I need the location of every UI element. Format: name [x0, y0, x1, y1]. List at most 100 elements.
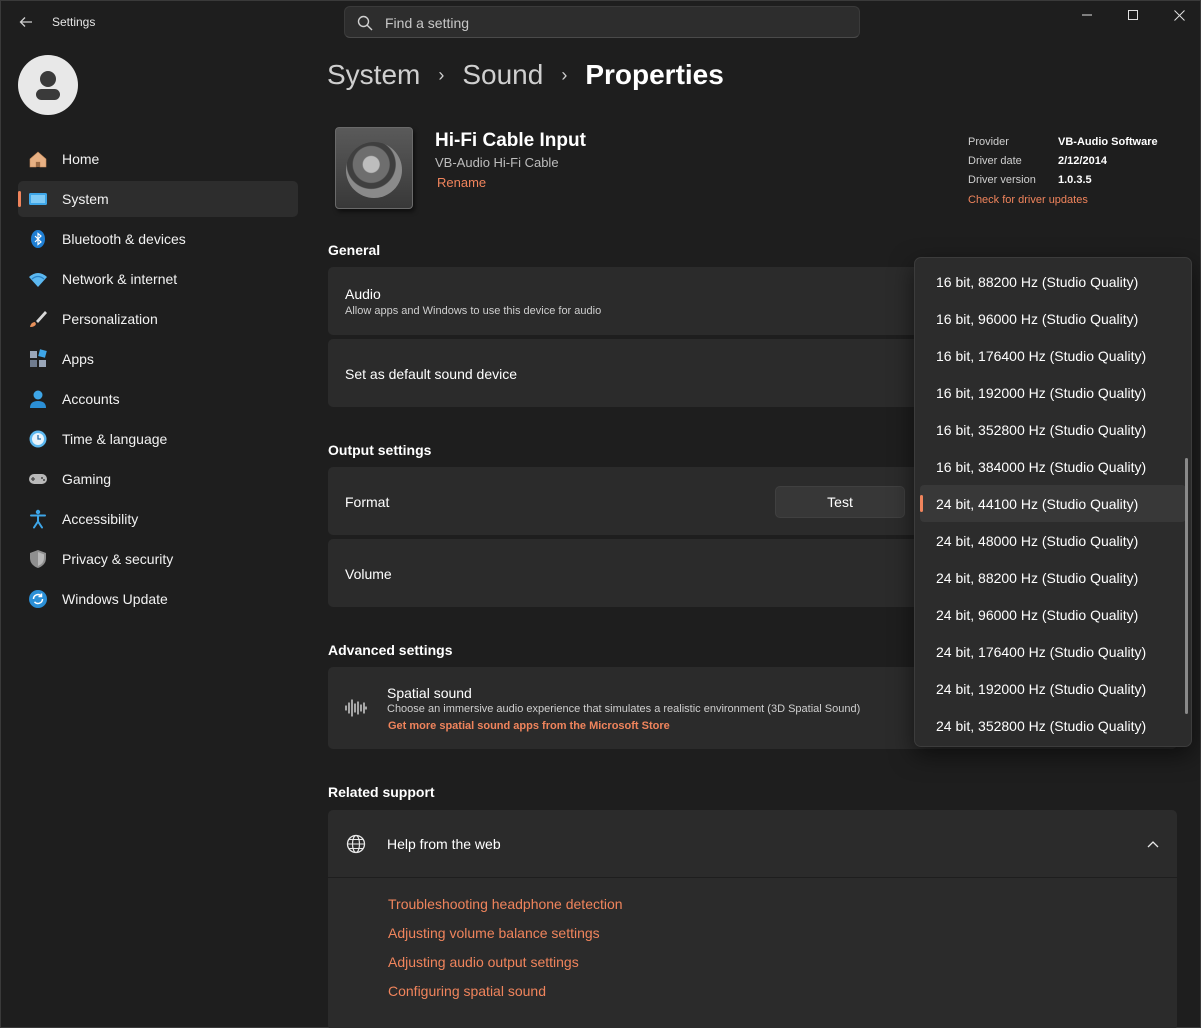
- spatial-sound-title: Spatial sound: [387, 685, 472, 701]
- globe-icon: [346, 834, 366, 857]
- search-box[interactable]: [344, 6, 860, 38]
- default-device-title: Set as default sound device: [345, 366, 518, 382]
- help-link[interactable]: Adjusting volume balance settings: [388, 925, 623, 954]
- close-button[interactable]: [1156, 1, 1201, 29]
- sidebar-item-accounts[interactable]: Accounts: [18, 381, 298, 417]
- sidebar-item-home[interactable]: Home: [18, 141, 298, 177]
- minimize-button[interactable]: [1064, 1, 1110, 29]
- rename-link[interactable]: Rename: [437, 175, 486, 190]
- format-option[interactable]: 16 bit, 384000 Hz (Studio Quality): [920, 448, 1186, 485]
- help-link[interactable]: Troubleshooting headphone detection: [388, 896, 623, 925]
- page-title: Properties: [585, 59, 724, 90]
- format-option-selected[interactable]: 24 bit, 44100 Hz (Studio Quality): [920, 485, 1186, 522]
- title-bar: Settings: [1, 1, 1201, 43]
- sidebar-item-label: Privacy & security: [62, 551, 174, 567]
- general-section-title: General: [328, 242, 381, 258]
- sidebar-item-label: Apps: [62, 351, 94, 367]
- driver-info: Provider VB-Audio Software Driver date 2…: [968, 132, 1158, 209]
- bluetooth-icon: [28, 229, 48, 249]
- breadcrumb: System › Sound › Properties: [327, 57, 724, 93]
- sidebar-item-system[interactable]: System: [18, 181, 298, 217]
- advanced-section-title: Advanced settings: [328, 642, 453, 658]
- audio-title: Audio: [345, 286, 381, 302]
- format-option[interactable]: 24 bit, 192000 Hz (Studio Quality): [920, 670, 1186, 707]
- help-card: Help from the web Troubleshooting headph…: [328, 810, 1177, 1028]
- spatial-sound-icon: [345, 698, 367, 721]
- spatial-store-link[interactable]: Get more spatial sound apps from the Mic…: [388, 720, 670, 732]
- sidebar-item-apps[interactable]: Apps: [18, 341, 298, 377]
- breadcrumb-separator: ›: [438, 64, 445, 85]
- driver-version-value: 1.0.3.5: [1058, 173, 1092, 186]
- format-option[interactable]: 24 bit, 176400 Hz (Studio Quality): [920, 633, 1186, 670]
- spatial-sound-description: Choose an immersive audio experience tha…: [387, 703, 861, 715]
- app-title: Settings: [52, 15, 96, 29]
- sidebar-item-label: Home: [62, 151, 100, 167]
- format-option[interactable]: 16 bit, 176400 Hz (Studio Quality): [920, 337, 1186, 374]
- driver-provider-value: VB-Audio Software: [1058, 135, 1158, 148]
- format-option[interactable]: 16 bit, 96000 Hz (Studio Quality): [920, 300, 1186, 337]
- close-icon: [1173, 9, 1185, 21]
- breadcrumb-sound[interactable]: Sound: [462, 59, 543, 91]
- minimize-icon: [1082, 14, 1092, 16]
- test-button[interactable]: Test: [775, 486, 905, 518]
- sidebar-item-privacy[interactable]: Privacy & security: [18, 541, 298, 577]
- sidebar-item-label: Bluetooth & devices: [62, 231, 186, 247]
- back-arrow-icon: [19, 17, 32, 27]
- help-links: Troubleshooting headphone detection Adju…: [388, 896, 623, 1012]
- user-icon: [36, 71, 60, 100]
- settings-window: Settings Home: [0, 0, 1201, 1028]
- sidebar-item-personalization[interactable]: Personalization: [18, 301, 298, 337]
- maximize-button[interactable]: [1110, 1, 1156, 29]
- driver-version-label: Driver version: [968, 173, 1036, 186]
- sidebar-item-network[interactable]: Network & internet: [18, 261, 298, 297]
- sidebar-item-label: Network & internet: [62, 271, 178, 287]
- sidebar-item-label: Accounts: [62, 391, 120, 407]
- format-option[interactable]: 24 bit, 96000 Hz (Studio Quality): [920, 596, 1186, 633]
- wifi-icon: [28, 269, 48, 289]
- format-option[interactable]: 24 bit, 48000 Hz (Studio Quality): [920, 522, 1186, 559]
- shield-icon: [28, 549, 48, 569]
- dropdown-scrollbar[interactable]: [1185, 458, 1188, 714]
- apps-icon: [28, 349, 48, 369]
- search-input[interactable]: [385, 13, 825, 33]
- breadcrumb-system[interactable]: System: [327, 59, 420, 91]
- chevron-up-icon[interactable]: [1146, 837, 1160, 854]
- accessibility-icon: [28, 509, 48, 529]
- format-option[interactable]: 16 bit, 192000 Hz (Studio Quality): [920, 374, 1186, 411]
- accounts-icon: [28, 389, 48, 409]
- sidebar-item-label: Personalization: [62, 311, 158, 327]
- help-header[interactable]: Help from the web: [328, 810, 1177, 878]
- avatar[interactable]: [18, 55, 78, 115]
- update-icon: [28, 589, 48, 609]
- breadcrumb-separator: ›: [561, 64, 568, 85]
- brush-icon: [28, 309, 48, 329]
- speaker-cone: [346, 142, 402, 198]
- device-subtitle: VB-Audio Hi-Fi Cable: [435, 155, 559, 170]
- driver-date-value: 2/12/2014: [1058, 154, 1107, 167]
- format-option[interactable]: 24 bit, 88200 Hz (Studio Quality): [920, 559, 1186, 596]
- format-option[interactable]: 16 bit, 88200 Hz (Studio Quality): [920, 263, 1186, 300]
- sidebar-item-label: Time & language: [62, 431, 168, 447]
- help-link[interactable]: Configuring spatial sound: [388, 983, 623, 1012]
- search-icon: [357, 15, 373, 31]
- output-section-title: Output settings: [328, 442, 432, 458]
- format-option[interactable]: 24 bit, 352800 Hz (Studio Quality): [920, 707, 1186, 744]
- sidebar-item-accessibility[interactable]: Accessibility: [18, 501, 298, 537]
- volume-title: Volume: [345, 566, 392, 582]
- gamepad-icon: [28, 469, 48, 489]
- sidebar-item-gaming[interactable]: Gaming: [18, 461, 298, 497]
- sidebar-item-time-language[interactable]: Time & language: [18, 421, 298, 457]
- back-button[interactable]: [15, 11, 37, 33]
- driver-provider-label: Provider: [968, 135, 1009, 148]
- check-driver-updates-link[interactable]: Check for driver updates: [968, 190, 1158, 209]
- sidebar-item-bluetooth[interactable]: Bluetooth & devices: [18, 221, 298, 257]
- sidebar-nav: Home System Bluetooth & devices Network …: [18, 141, 298, 621]
- help-title: Help from the web: [387, 836, 501, 852]
- format-dropdown-list[interactable]: 16 bit, 88200 Hz (Studio Quality) 16 bit…: [914, 257, 1192, 747]
- driver-date-label: Driver date: [968, 154, 1022, 167]
- maximize-icon: [1128, 10, 1138, 20]
- sidebar-item-label: Gaming: [62, 471, 112, 487]
- format-option[interactable]: 16 bit, 352800 Hz (Studio Quality): [920, 411, 1186, 448]
- help-link[interactable]: Adjusting audio output settings: [388, 954, 623, 983]
- sidebar-item-windows-update[interactable]: Windows Update: [18, 581, 298, 617]
